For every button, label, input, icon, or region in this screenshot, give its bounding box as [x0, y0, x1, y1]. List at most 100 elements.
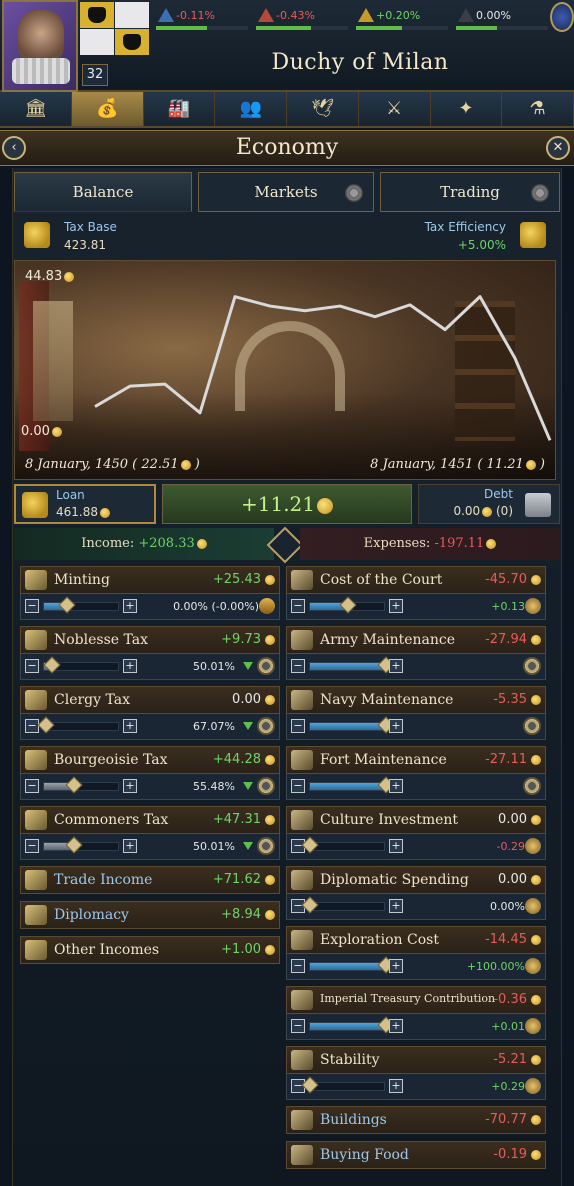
stability-header[interactable]: Stability -5.21 [286, 1046, 546, 1074]
science-tab[interactable]: ⚗ [502, 92, 574, 126]
navy-maintenance-slider[interactable] [309, 716, 395, 734]
bourgeoisie-tax-slider[interactable] [43, 776, 119, 794]
army-maintenance-header[interactable]: Army Maintenance -27.94 [286, 626, 546, 654]
gear-icon[interactable] [523, 717, 541, 735]
government-tab[interactable]: 🏛 [0, 92, 72, 126]
decrease-button[interactable]: − [291, 779, 305, 793]
increase-button[interactable]: + [123, 659, 137, 673]
tab-balance[interactable]: Balance [14, 172, 192, 212]
population-tab[interactable]: 👥 [215, 92, 287, 126]
bourgeoisie-tax-header[interactable]: Bourgeoisie Tax +44.28 [20, 746, 280, 774]
increase-button[interactable]: + [123, 719, 137, 733]
diplomatic-spending-slider[interactable] [301, 896, 385, 914]
decrease-button[interactable]: − [291, 659, 305, 673]
slider-knob[interactable] [65, 776, 83, 794]
trade-income-header[interactable]: Trade Income +71.62 [20, 866, 280, 894]
gear-icon[interactable] [257, 657, 275, 675]
estate-stat[interactable]: +0.20% [354, 4, 450, 30]
buying-food-header[interactable]: Buying Food -0.19 [286, 1141, 546, 1169]
estate-stat[interactable]: 0.00% [454, 4, 550, 30]
increase-button[interactable]: + [389, 899, 403, 913]
increase-button[interactable]: + [389, 719, 403, 733]
increase-button[interactable]: + [389, 959, 403, 973]
minting-slider[interactable] [43, 596, 119, 614]
clergy-tax-slider[interactable] [37, 716, 119, 734]
navy-maintenance-header[interactable]: Navy Maintenance -5.35 [286, 686, 546, 714]
army-maintenance-slider[interactable] [309, 656, 395, 674]
noblesse-tax-slider[interactable] [43, 656, 119, 674]
cost-of-the-court-item: Cost of the Court -45.70 − + +0.13 [286, 566, 546, 620]
culture-investment-slider[interactable] [301, 836, 385, 854]
imperial-treasury-contribution-header[interactable]: Imperial Treasury Contribution -0.36 [286, 986, 546, 1014]
tab-trading[interactable]: Trading [380, 172, 560, 212]
decrease-button[interactable]: − [25, 599, 39, 613]
diplomacy-header[interactable]: Diplomacy +8.94 [20, 901, 280, 929]
decrease-button[interactable]: − [25, 779, 39, 793]
commoners-tax-slider[interactable] [43, 836, 119, 854]
slider-knob[interactable] [65, 836, 83, 854]
gear-icon[interactable] [257, 777, 275, 795]
coat-of-arms[interactable] [80, 2, 150, 56]
slider-knob[interactable] [43, 656, 61, 674]
increase-button[interactable]: + [123, 599, 137, 613]
imperial-treasury-contribution-slider[interactable] [309, 1016, 395, 1034]
coin-chart-icon [520, 222, 546, 248]
diplomatic-spending-modifier-icon [525, 898, 541, 914]
decrease-button[interactable]: − [291, 719, 305, 733]
culture-investment-header[interactable]: Culture Investment 0.00 [286, 806, 546, 834]
increase-button[interactable]: + [389, 1019, 403, 1033]
fort-maintenance-header[interactable]: Fort Maintenance -27.11 [286, 746, 546, 774]
estate-stat[interactable]: -0.11% [154, 4, 250, 30]
gear-icon[interactable] [257, 837, 275, 855]
commoners-tax-header[interactable]: Commoners Tax +47.31 [20, 806, 280, 834]
stability-slider[interactable] [301, 1076, 385, 1094]
exploration-tab[interactable]: ✦ [430, 92, 503, 126]
exploration-cost-header[interactable]: Exploration Cost -14.45 [286, 926, 546, 954]
increase-button[interactable]: + [389, 1079, 403, 1093]
increase-button[interactable]: + [389, 659, 403, 673]
gear-icon[interactable] [523, 777, 541, 795]
other-incomes-header[interactable]: Other Incomes +1.00 [20, 936, 280, 964]
increase-button[interactable]: + [389, 599, 403, 613]
economy-tab[interactable]: 💰 [71, 92, 144, 126]
slider-knob[interactable] [37, 716, 55, 734]
decrease-button[interactable]: − [25, 659, 39, 673]
exploration-cost-label: Exploration Cost [320, 932, 439, 948]
gear-icon[interactable] [257, 717, 275, 735]
gear-icon[interactable] [523, 657, 541, 675]
increase-button[interactable]: + [389, 779, 403, 793]
increase-button[interactable]: + [389, 839, 403, 853]
diplomatic-spending-header[interactable]: Diplomatic Spending 0.00 [286, 866, 546, 894]
commoners-tax-label: Commoners Tax [54, 812, 169, 828]
buildings-header[interactable]: Buildings -70.77 [286, 1106, 546, 1134]
exploration-cost-slider[interactable] [309, 956, 395, 974]
slider-knob[interactable] [58, 596, 76, 614]
noblesse-tax-header[interactable]: Noblesse Tax +9.73 [20, 626, 280, 654]
stability-controls: − + +0.29 [286, 1074, 546, 1100]
decrease-button[interactable]: − [291, 959, 305, 973]
decrease-button[interactable]: − [25, 719, 39, 733]
cost-of-the-court-header[interactable]: Cost of the Court -45.70 [286, 566, 546, 594]
slider-fill [310, 1023, 384, 1030]
military-tab[interactable]: ⚔ [358, 92, 431, 126]
minting-header[interactable]: Minting +25.43 [20, 566, 280, 594]
fort-maintenance-slider[interactable] [309, 776, 395, 794]
minting-rate: 0.00% (-0.00%) [173, 600, 259, 613]
production-tab[interactable]: 🏭 [143, 92, 216, 126]
ruler-portrait[interactable] [2, 0, 78, 92]
slider-knob[interactable] [339, 596, 357, 614]
clergy-tax-header[interactable]: Clergy Tax 0.00 [20, 686, 280, 714]
increase-button[interactable]: + [123, 839, 137, 853]
tab-markets[interactable]: Markets [198, 172, 374, 212]
decrease-button[interactable]: − [25, 839, 39, 853]
decrease-button[interactable]: − [291, 599, 305, 613]
decrease-button[interactable]: − [291, 1019, 305, 1033]
diplomacy-tab[interactable]: 🕊 [287, 92, 359, 126]
loan-button[interactable]: Loan 461.88 [14, 484, 156, 524]
debt-button[interactable]: Debt 0.00 (0) [418, 484, 560, 524]
cost-of-the-court-slider[interactable] [309, 596, 385, 614]
increase-button[interactable]: + [123, 779, 137, 793]
estate-stat[interactable]: -0.43% [254, 4, 350, 30]
emblem-icon[interactable] [550, 2, 574, 32]
close-button[interactable]: ✕ [546, 136, 570, 160]
